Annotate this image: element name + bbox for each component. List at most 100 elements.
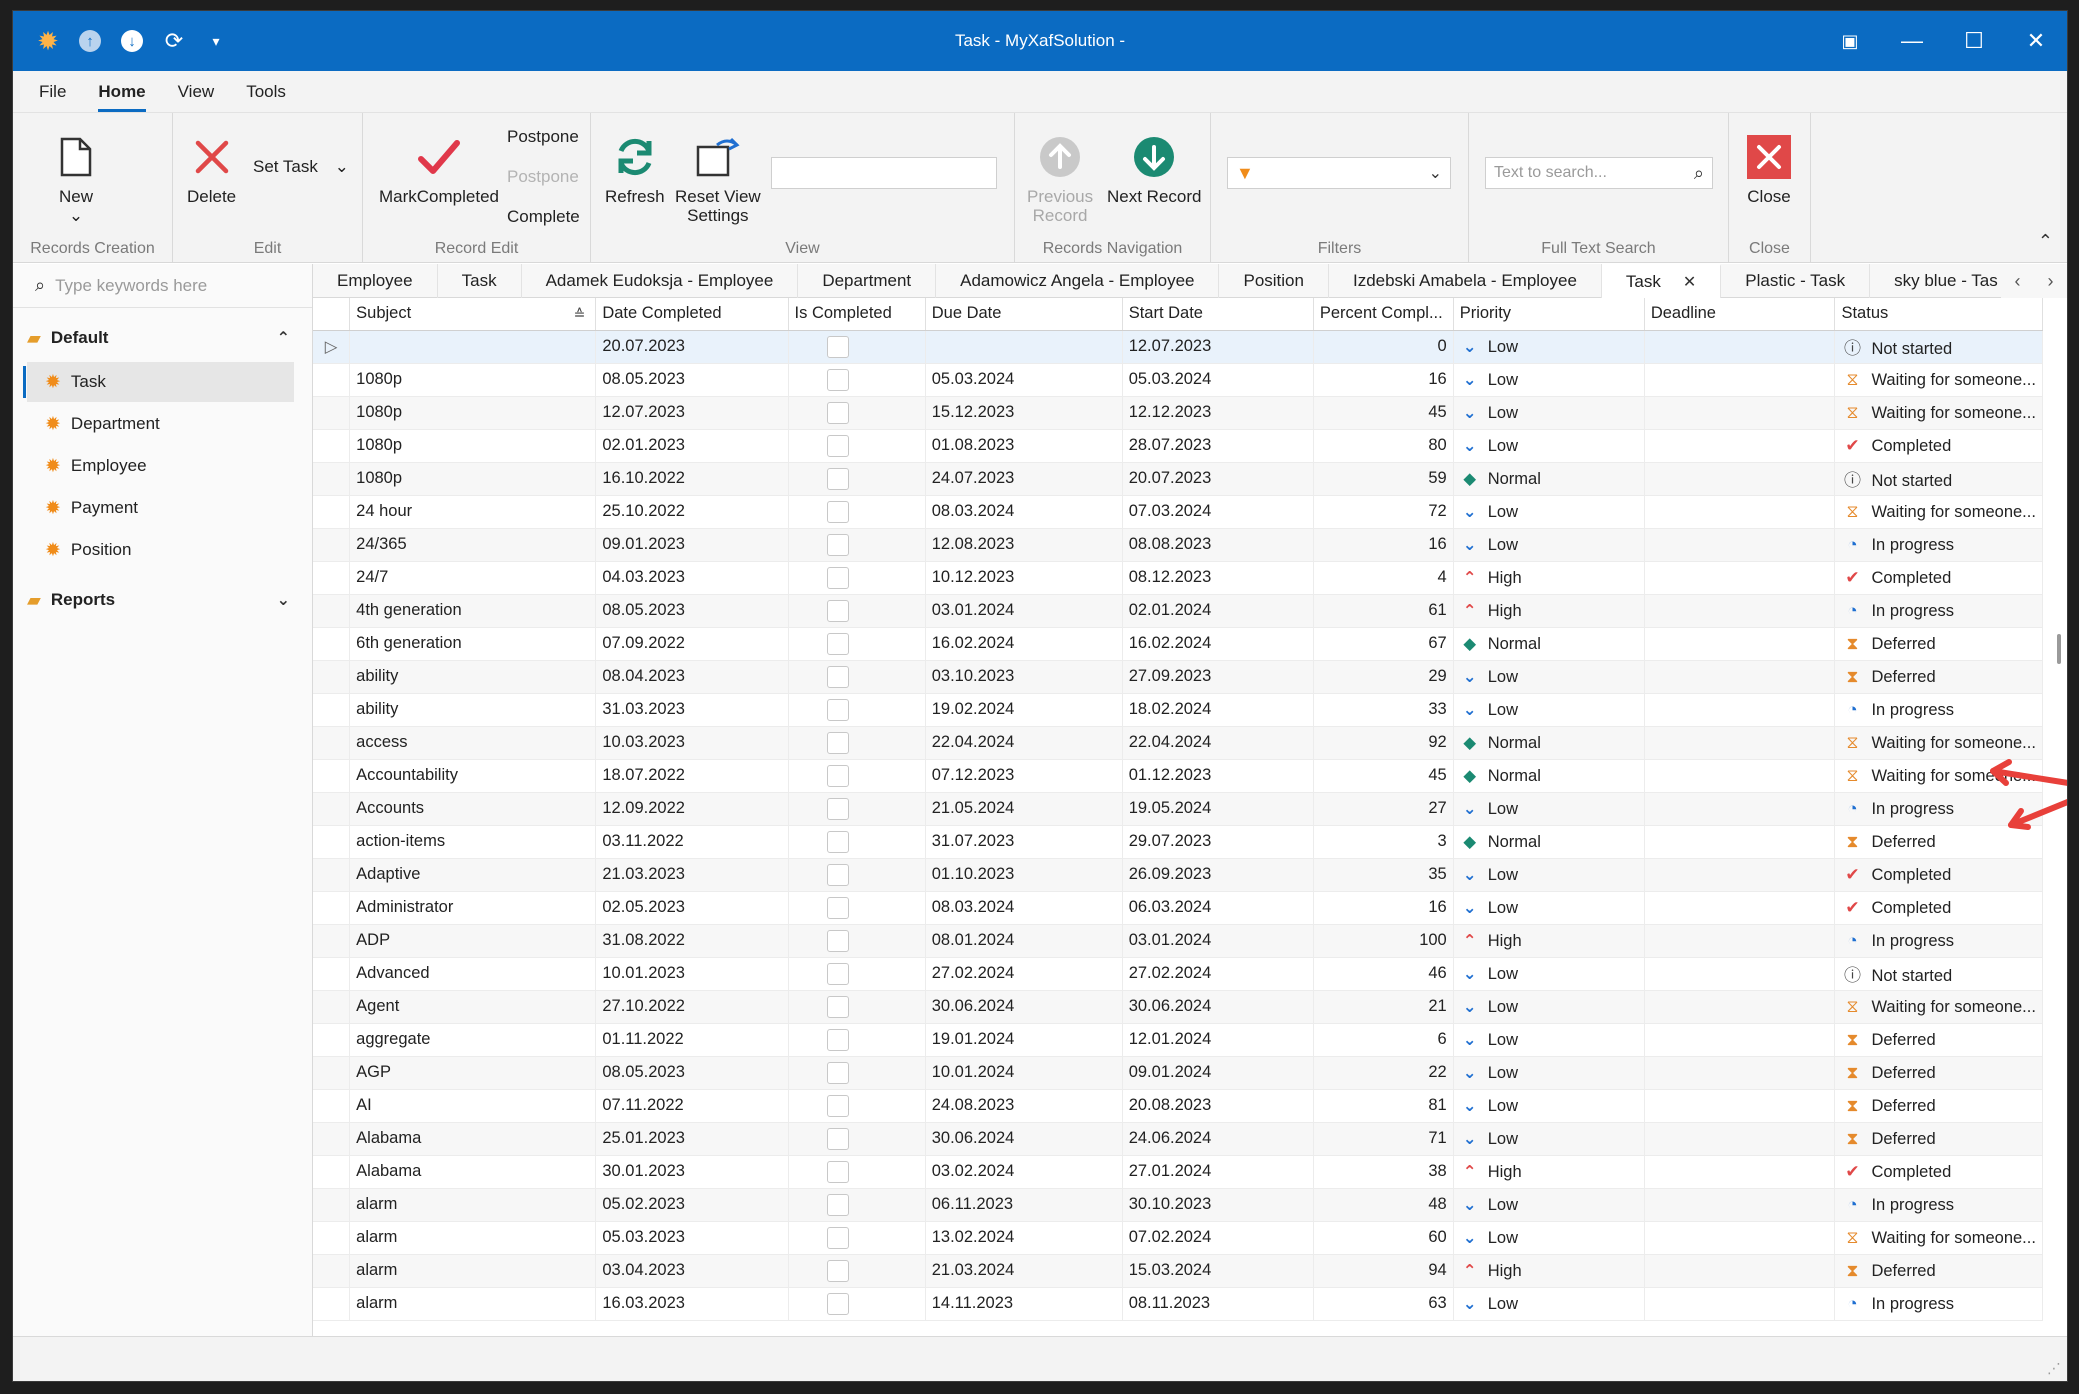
cell-status[interactable]: ◔ In progress [1834,693,2043,727]
cell-deadline[interactable] [1644,1122,1836,1156]
cell-subject[interactable]: alarm [349,1287,597,1321]
table-row[interactable]: action-items 03.11.2022 31.07.2023 29.07.20… [313,825,2043,859]
next-record-button[interactable]: Next Record [1107,127,1201,206]
cell-deadline[interactable] [1644,1023,1836,1057]
table-row[interactable]: alarm 03.04.2023 21.03.2024 15.03.2024 94 ⌃ Hi… [313,1254,2043,1288]
cell-status[interactable]: ⧖ Waiting for someone... [1834,759,2043,793]
cell-start-date[interactable]: 28.07.2023 [1122,429,1314,463]
table-row[interactable]: ADP 31.08.2022 08.01.2024 03.01.2024 100 ⌃ Hig… [313,924,2043,958]
cell-status[interactable]: ◔ In progress [1834,528,2043,562]
cell-percent-completed[interactable]: 94 [1313,1254,1454,1288]
column-header-is-completed[interactable]: Is Completed [788,298,926,331]
cell-priority[interactable]: ⌃ High [1453,594,1645,628]
cell-percent-completed[interactable]: 81 [1313,1089,1454,1123]
cell-percent-completed[interactable]: 72 [1313,495,1454,529]
table-row[interactable]: 1080p 02.01.2023 01.08.2023 28.07.2023 80 ⌄ Lo… [313,429,2043,463]
cell-date-completed[interactable]: 10.01.2023 [595,957,789,991]
cell-priority[interactable]: ⌄ Low [1453,1023,1645,1057]
cell-priority[interactable]: ◆ Normal [1453,462,1645,496]
is-completed-checkbox[interactable] [826,962,849,985]
table-row[interactable]: Accountability 18.07.2022 07.12.2023 01.12.… [313,759,2043,793]
table-row[interactable]: 24/7 04.03.2023 10.12.2023 08.12.2023 4 ⌃ High… [313,561,2043,595]
cell-date-completed[interactable]: 31.03.2023 [595,693,789,727]
cell-deadline[interactable] [1644,1188,1836,1222]
nav-item-payment[interactable]: ✹ Payment [27,488,294,528]
cell-start-date[interactable]: 07.03.2024 [1122,495,1314,529]
resize-grip-icon[interactable]: ⋰ [2047,1360,2061,1377]
is-completed-checkbox[interactable] [826,467,849,490]
collapse-ribbon-icon[interactable]: ⌃ [2038,231,2053,252]
cell-start-date[interactable]: 29.07.2023 [1122,825,1314,859]
cell-status[interactable]: ⧗ Deferred [1834,1254,2043,1288]
is-completed-checkbox[interactable] [826,1061,849,1084]
cell-due-date[interactable]: 08.01.2024 [925,924,1123,958]
row-indicator[interactable] [313,1287,351,1321]
cell-date-completed[interactable]: 03.04.2023 [595,1254,789,1288]
cell-is-completed[interactable] [788,1089,926,1123]
cell-due-date[interactable]: 22.04.2024 [925,726,1123,760]
cell-start-date[interactable]: 05.03.2024 [1122,363,1314,397]
cell-percent-completed[interactable]: 46 [1313,957,1454,991]
cell-priority[interactable]: ⌄ Low [1453,957,1645,991]
cell-subject[interactable]: ability [349,693,597,727]
row-indicator[interactable] [313,627,351,661]
customize-icon[interactable]: ▾ [195,20,237,62]
cell-status[interactable]: ⧗ Deferred [1834,1089,2043,1123]
row-indicator[interactable] [313,1023,351,1057]
is-completed-checkbox[interactable] [826,500,849,523]
cell-date-completed[interactable]: 20.07.2023 [595,330,789,364]
cell-subject[interactable]: Accounts [349,792,597,826]
is-completed-checkbox[interactable] [826,368,849,391]
cell-start-date[interactable]: 26.09.2023 [1122,858,1314,892]
cell-start-date[interactable]: 20.07.2023 [1122,462,1314,496]
cell-deadline[interactable] [1644,1254,1836,1288]
table-row[interactable]: Accounts 12.09.2022 21.05.2024 19.05.2024 27… [313,792,2043,826]
cell-date-completed[interactable]: 08.05.2023 [595,363,789,397]
table-row[interactable]: Alabama 30.01.2023 03.02.2024 27.01.2024 38 ⌃… [313,1155,2043,1189]
cell-percent-completed[interactable]: 45 [1313,759,1454,793]
table-row[interactable]: 24 hour 25.10.2022 08.03.2024 07.03.2024 72 ⌄… [313,495,2043,529]
cell-status[interactable]: ✔ Completed [1834,1155,2043,1189]
cell-start-date[interactable]: 12.07.2023 [1122,330,1314,364]
cell-date-completed[interactable]: 08.05.2023 [595,594,789,628]
cell-deadline[interactable] [1644,825,1836,859]
cell-is-completed[interactable] [788,693,926,727]
doc-tab-adamek[interactable]: Adamek Eudoksja - Employee [522,264,799,298]
row-indicator[interactable] [313,759,351,793]
cell-status[interactable]: ⓘ Not started [1834,330,2043,364]
cell-priority[interactable]: ⌄ Low [1453,693,1645,727]
cell-priority[interactable]: ⌄ Low [1453,891,1645,925]
cell-due-date[interactable]: 13.02.2024 [925,1221,1123,1255]
cell-deadline[interactable] [1644,363,1836,397]
cell-status[interactable]: ✔ Completed [1834,891,2043,925]
row-indicator[interactable] [313,726,351,760]
cell-deadline[interactable] [1644,396,1836,430]
row-indicator[interactable] [313,1122,351,1156]
cell-date-completed[interactable]: 07.09.2022 [595,627,789,661]
cell-date-completed[interactable]: 03.11.2022 [595,825,789,859]
cell-percent-completed[interactable]: 27 [1313,792,1454,826]
table-row[interactable]: Adaptive 21.03.2023 01.10.2023 26.09.2023 35… [313,858,2043,892]
cell-status[interactable]: ✔ Completed [1834,858,2043,892]
cell-due-date[interactable]: 19.01.2024 [925,1023,1123,1057]
cell-percent-completed[interactable]: 45 [1313,396,1454,430]
cell-subject[interactable]: Administrator [349,891,597,925]
is-completed-checkbox[interactable] [826,1193,849,1216]
cell-due-date[interactable]: 24.07.2023 [925,462,1123,496]
view-variant-input[interactable] [771,157,997,189]
cell-percent-completed[interactable]: 61 [1313,594,1454,628]
cell-status[interactable]: ⧖ Waiting for someone... [1834,495,2043,529]
table-row[interactable]: alarm 05.03.2023 13.02.2024 07.02.2024 60 ⌄ Lo… [313,1221,2043,1255]
postpone-disabled-button[interactable]: Postpone [507,167,579,187]
cell-priority[interactable]: ⌄ Low [1453,990,1645,1024]
cell-subject[interactable]: access [349,726,597,760]
cell-subject[interactable]: 1080p [349,396,597,430]
new-dropdown-icon[interactable]: ⌄ [69,206,83,225]
cell-priority[interactable]: ⌄ Low [1453,330,1645,364]
cell-date-completed[interactable]: 08.05.2023 [595,1056,789,1090]
cell-subject[interactable]: 24 hour [349,495,597,529]
row-indicator[interactable] [313,1221,351,1255]
cell-is-completed[interactable] [788,660,926,694]
cell-percent-completed[interactable]: 16 [1313,891,1454,925]
table-row[interactable]: aggregate 01.11.2022 19.01.2024 12.01.2024 6… [313,1023,2043,1057]
